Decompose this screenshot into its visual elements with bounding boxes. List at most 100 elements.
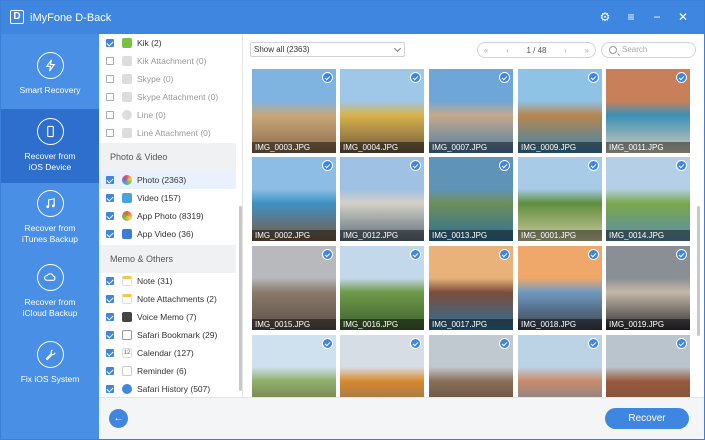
photo-thumbnail[interactable]: IMG_0009.JPG <box>518 69 602 153</box>
photo-thumbnail[interactable]: IMG_0011.JPG <box>606 69 690 153</box>
grid-scrollbar[interactable] <box>697 206 700 336</box>
category-note[interactable]: Note (31) <box>99 272 236 290</box>
photo-thumbnail[interactable] <box>252 335 336 397</box>
recover-button[interactable]: Recover <box>605 408 689 429</box>
checkbox[interactable] <box>106 385 114 393</box>
category-safari-bookmark[interactable]: Safari Bookmark (29) <box>99 326 236 344</box>
category-calendar[interactable]: 12 Calendar (127) <box>99 344 236 362</box>
category-reminder[interactable]: Reminder (6) <box>99 362 236 380</box>
category-skype[interactable]: Skype (0) <box>99 70 236 88</box>
photo-checkbox[interactable] <box>676 160 687 171</box>
category-label: Voice Memo (7) <box>137 312 197 322</box>
photo-checkbox[interactable] <box>499 338 510 349</box>
category-photo[interactable]: Photo (2363) <box>99 171 236 189</box>
checkbox[interactable] <box>106 57 114 65</box>
checkbox[interactable] <box>106 176 114 184</box>
checkbox[interactable] <box>106 295 114 303</box>
photo-checkbox[interactable] <box>322 249 333 260</box>
checkbox[interactable] <box>106 230 114 238</box>
category-kik-attachment[interactable]: Kik Attachment (0) <box>99 52 236 70</box>
photo-thumbnail[interactable]: IMG_0018.JPG <box>518 246 602 330</box>
checkbox[interactable] <box>106 93 114 101</box>
filter-dropdown[interactable]: Show all (2363) <box>250 42 405 57</box>
photo-checkbox[interactable] <box>322 72 333 83</box>
category-video[interactable]: Video (157) <box>99 189 236 207</box>
sidebar-item-fix-ios[interactable]: Fix iOS System <box>1 337 99 397</box>
photo-thumbnail[interactable] <box>429 335 513 397</box>
photo-thumbnail[interactable]: IMG_0001.JPG <box>518 157 602 241</box>
photo-thumbnail[interactable] <box>518 335 602 397</box>
checkbox[interactable] <box>106 367 114 375</box>
photo-checkbox[interactable] <box>410 160 421 171</box>
photo-thumbnail[interactable]: IMG_0012.JPG <box>340 157 424 241</box>
photo-checkbox[interactable] <box>322 338 333 349</box>
photo-checkbox[interactable] <box>676 338 687 349</box>
category-skype-attachment[interactable]: Skype Attachment (0) <box>99 88 236 106</box>
category-note-attachments[interactable]: Note Attachments (2) <box>99 290 236 308</box>
sidebar-item-itunes-backup[interactable]: Recover from iTunes Backup <box>1 186 99 258</box>
checkbox[interactable] <box>106 212 114 220</box>
photo-checkbox[interactable] <box>322 160 333 171</box>
lightning-icon <box>36 52 64 79</box>
photo-thumbnail[interactable] <box>340 335 424 397</box>
photo-thumbnail[interactable]: IMG_0015.JPG <box>252 246 336 330</box>
prev-page-icon[interactable]: ‹ <box>506 46 509 55</box>
arrow-left-icon: ← <box>113 413 124 424</box>
back-button[interactable]: ← <box>109 409 128 428</box>
checkbox[interactable] <box>106 349 114 357</box>
next-page-icon[interactable]: › <box>564 46 567 55</box>
photo-thumbnail[interactable]: IMG_0016.JPG <box>340 246 424 330</box>
category-app-photo[interactable]: App Photo (8319) <box>99 207 236 225</box>
checkbox[interactable] <box>106 75 114 83</box>
app-title: iMyFone D-Back <box>30 12 112 24</box>
checkbox[interactable] <box>106 194 114 202</box>
safari-icon <box>122 384 132 394</box>
photo-checkbox[interactable] <box>410 249 421 260</box>
photo-checkbox[interactable] <box>588 249 599 260</box>
last-page-icon[interactable]: » <box>585 46 589 55</box>
category-kik[interactable]: Kik (2) <box>99 34 236 52</box>
first-page-icon[interactable]: « <box>484 46 488 55</box>
settings-icon[interactable]: ⚙ <box>598 10 612 24</box>
window-controls: ⚙ ≡ − ✕ <box>598 10 690 24</box>
sidebar-item-icloud-backup[interactable]: Recover from iCloud Backup <box>1 260 99 332</box>
photo-thumbnail[interactable]: IMG_0013.JPG <box>429 157 513 241</box>
photo-checkbox[interactable] <box>499 160 510 171</box>
photo-thumbnail[interactable]: IMG_0014.JPG <box>606 157 690 241</box>
close-icon[interactable]: ✕ <box>676 10 690 24</box>
photo-thumbnail[interactable]: IMG_0002.JPG <box>252 157 336 241</box>
checkbox[interactable] <box>106 111 114 119</box>
category-safari-history[interactable]: Safari History (507) <box>99 380 236 397</box>
photo-thumbnail[interactable]: IMG_0019.JPG <box>606 246 690 330</box>
checkbox[interactable] <box>106 331 114 339</box>
sidebar-item-ios-device[interactable]: Recover from iOS Device <box>1 109 99 183</box>
category-app-video[interactable]: App Video (36) <box>99 225 236 243</box>
photo-checkbox[interactable] <box>676 72 687 83</box>
section-header-memo-others: Memo & Others <box>99 245 236 273</box>
photo-thumbnail[interactable]: IMG_0003.JPG <box>252 69 336 153</box>
category-line[interactable]: Line (0) <box>99 106 236 124</box>
photo-checkbox[interactable] <box>410 72 421 83</box>
photo-checkbox[interactable] <box>676 249 687 260</box>
photo-checkbox[interactable] <box>499 249 510 260</box>
photo-thumbnail[interactable]: IMG_0004.JPG <box>340 69 424 153</box>
photo-checkbox[interactable] <box>410 338 421 349</box>
search-input[interactable]: Search <box>601 42 696 58</box>
menu-icon[interactable]: ≡ <box>624 10 638 24</box>
category-line-attachment[interactable]: Line Attachment (0) <box>99 124 236 142</box>
photo-filename: IMG_0003.JPG <box>252 142 336 153</box>
sidebar-item-smart-recovery[interactable]: Smart Recovery <box>1 46 99 106</box>
photo-thumbnail[interactable]: IMG_0007.JPG <box>429 69 513 153</box>
checkbox[interactable] <box>106 39 114 47</box>
photo-thumbnail[interactable] <box>606 335 690 397</box>
checkbox[interactable] <box>106 313 114 321</box>
minimize-icon[interactable]: − <box>650 10 664 24</box>
photo-checkbox[interactable] <box>499 72 510 83</box>
photo-checkbox[interactable] <box>588 72 599 83</box>
category-voice-memo[interactable]: Voice Memo (7) <box>99 308 236 326</box>
checkbox[interactable] <box>106 129 114 137</box>
photo-thumbnail[interactable]: IMG_0017.JPG <box>429 246 513 330</box>
checkbox[interactable] <box>106 277 114 285</box>
photo-checkbox[interactable] <box>588 160 599 171</box>
photo-checkbox[interactable] <box>588 338 599 349</box>
